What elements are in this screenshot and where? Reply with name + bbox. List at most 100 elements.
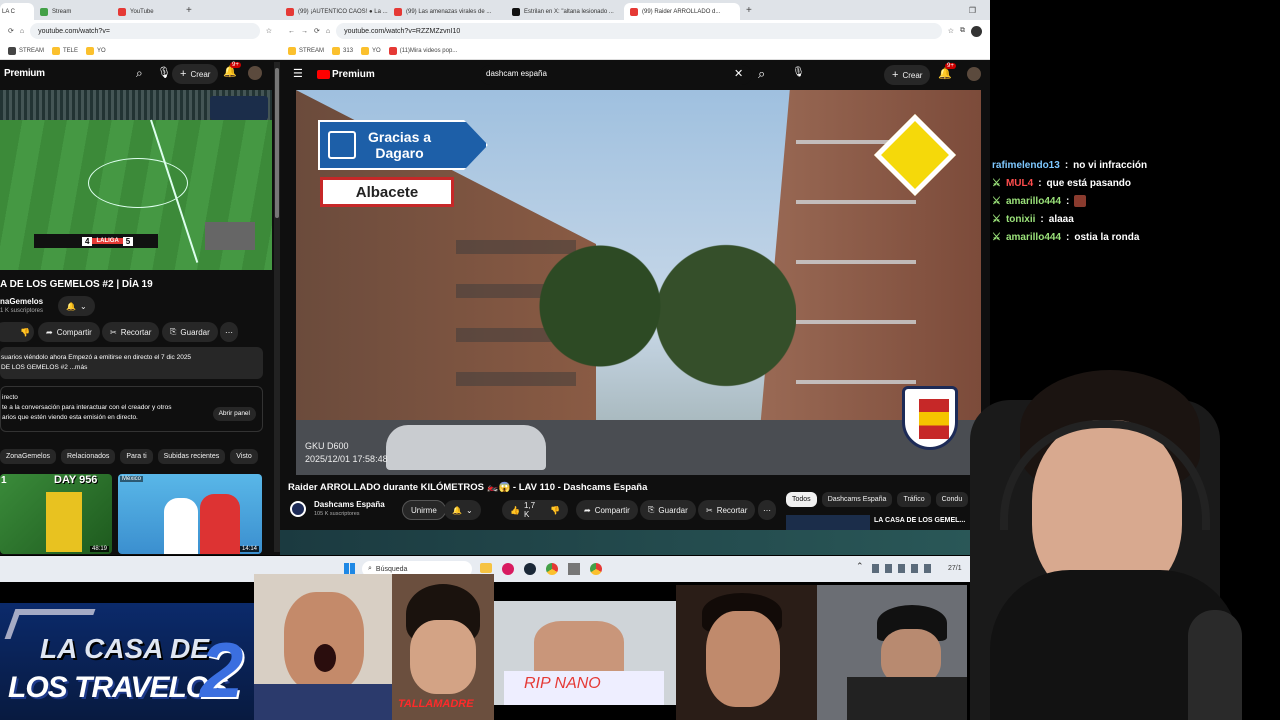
yt-premium-logo[interactable]: Premium bbox=[332, 69, 375, 80]
home-icon[interactable]: ⌂ bbox=[20, 28, 24, 35]
windows-start-icon[interactable] bbox=[344, 563, 355, 574]
clip-label: Recortar bbox=[120, 327, 152, 337]
reload-icon[interactable]: ⟳ bbox=[314, 27, 320, 35]
thumb-duration: 14:14 bbox=[239, 546, 259, 552]
more-button[interactable]: ⋯ bbox=[758, 500, 776, 520]
bookmark-yo[interactable]: YO bbox=[361, 46, 381, 55]
tab-label: (99) Raider ARROLLADO d... bbox=[642, 8, 721, 15]
join-button[interactable]: Unirme bbox=[402, 500, 446, 520]
share-button[interactable]: ➦ Compartir bbox=[576, 500, 638, 520]
save-button[interactable]: ⎘ Guardar bbox=[162, 322, 218, 342]
profile-avatar[interactable] bbox=[971, 25, 982, 37]
right-tab-4[interactable]: (99) Raider ARROLLADO d... bbox=[624, 3, 740, 20]
chip-subidas-recientes[interactable]: Subidas recientes bbox=[157, 449, 226, 464]
new-tab-icon[interactable]: + bbox=[746, 5, 752, 16]
microphone bbox=[1188, 610, 1242, 720]
tray-chevron-icon[interactable]: ⌃ bbox=[856, 561, 864, 572]
forward-icon[interactable]: → bbox=[301, 28, 308, 35]
app-icon-red[interactable] bbox=[502, 563, 514, 575]
desc-line: DE LOS GEMELOS #2 ...más bbox=[1, 364, 88, 371]
bookmark-label: STREAM bbox=[19, 47, 45, 54]
subscribe-bell-button[interactable]: 🔔 ⌄ bbox=[58, 296, 95, 316]
right-address-field[interactable]: youtube.com/watch?v=RZZMZzvnI10 bbox=[336, 23, 942, 39]
yt-premium-logo[interactable]: Premium bbox=[4, 68, 45, 79]
bookmark-mira-videos[interactable]: (11)Mira videos pop... bbox=[388, 46, 457, 55]
right-channel-name[interactable]: Dashcams España bbox=[314, 500, 385, 509]
chat-message: rafimelendo13: no vi infracción bbox=[992, 156, 1277, 174]
tab-label: Estrilan en X: "altana lesionado ... bbox=[524, 8, 614, 15]
left-thumbnail-1[interactable]: 1 DAY 956 48:19 bbox=[0, 474, 112, 554]
steam-icon[interactable] bbox=[524, 563, 536, 575]
open-panel-button[interactable]: Abrir panel bbox=[212, 407, 256, 421]
emote-icon bbox=[1074, 195, 1087, 207]
create-button[interactable]: + Crear bbox=[172, 64, 219, 84]
new-tab-icon[interactable]: + bbox=[186, 5, 192, 16]
chip-todos[interactable]: Todos bbox=[786, 492, 817, 507]
mic-icon[interactable]: 🎙 bbox=[792, 67, 805, 78]
back-icon[interactable]: ← bbox=[288, 28, 295, 35]
like-button[interactable]: 👍 1,7 K 👎 bbox=[502, 500, 568, 520]
dislike-button[interactable]: 👎 bbox=[0, 322, 34, 342]
mic-icon[interactable]: 🎙 bbox=[157, 66, 171, 79]
left-video-player[interactable]: 4 LALIGA 5 bbox=[0, 90, 272, 270]
bookmark-stream[interactable]: STREAM bbox=[8, 46, 45, 55]
save-button[interactable]: ⎘ Guardar bbox=[640, 500, 696, 520]
star-icon[interactable]: ☆ bbox=[948, 27, 954, 35]
search-icon: ⌕ bbox=[368, 565, 372, 572]
app-icon-grey[interactable] bbox=[568, 563, 580, 575]
dashcam-video-player[interactable]: Gracias a Dagaro Albacete GKU D600 2025/… bbox=[296, 90, 981, 475]
left-thumbnail-2[interactable]: México 14:14 bbox=[118, 474, 262, 554]
bell-button[interactable]: 🔔 ⌄ bbox=[444, 500, 481, 520]
chip-zonagemelos[interactable]: ZonaGemelos bbox=[0, 449, 56, 464]
youtube-favicon-icon bbox=[630, 7, 638, 16]
share-icon: ➦ bbox=[46, 327, 53, 337]
url-text: youtube.com/watch?v=RZZMZzvnI10 bbox=[344, 27, 461, 35]
parked-car bbox=[386, 425, 546, 470]
folder-icon[interactable] bbox=[480, 563, 492, 573]
tray-icons[interactable] bbox=[872, 564, 936, 573]
chip-relacionados[interactable]: Relacionados bbox=[60, 449, 116, 464]
search-field[interactable]: dashcam españa ✕ bbox=[480, 65, 752, 85]
bookmark-313[interactable]: 313 bbox=[332, 46, 353, 55]
avatar[interactable] bbox=[967, 67, 981, 81]
motorway-icon bbox=[328, 131, 356, 159]
clear-search-icon[interactable]: ✕ bbox=[734, 67, 743, 80]
reload-icon[interactable]: ⟳ bbox=[8, 27, 14, 35]
left-tab-3[interactable]: YouTube bbox=[112, 3, 182, 20]
right-tab-2[interactable]: (99) Las amenazas virales de ... bbox=[388, 3, 506, 20]
avatar[interactable] bbox=[248, 66, 262, 80]
left-bookmarks-bar: STREAM TELE YO bbox=[0, 42, 280, 60]
search-icon[interactable]: ⌕ bbox=[136, 66, 143, 81]
clip-button[interactable]: ✂ Recortar bbox=[698, 500, 756, 520]
left-channel-name[interactable]: naGemelos bbox=[0, 297, 43, 306]
chat-separator: : bbox=[1064, 159, 1069, 171]
share-button[interactable]: ➦ Compartir bbox=[38, 322, 100, 342]
chip-dashcams-espana[interactable]: Dashcams España bbox=[821, 492, 893, 507]
create-button[interactable]: + Crear bbox=[884, 65, 931, 85]
more-button[interactable]: ⋯ bbox=[220, 322, 238, 342]
league-label: LALIGA bbox=[92, 238, 123, 244]
left-description-box[interactable]: suarios viéndolo ahora Empezó a emitirse… bbox=[0, 347, 263, 379]
app-icon-chrome-2[interactable] bbox=[590, 563, 602, 575]
bookmark-stream[interactable]: STREAM bbox=[288, 46, 324, 55]
left-address-field[interactable]: youtube.com/watch?v= bbox=[30, 23, 260, 39]
bookmark-tele[interactable]: TELE bbox=[52, 46, 78, 55]
bookmark-yo[interactable]: YO bbox=[86, 46, 106, 55]
channel-avatar[interactable] bbox=[290, 501, 306, 517]
left-tab-2[interactable]: Stream bbox=[34, 3, 112, 20]
search-icon[interactable]: ⌕ bbox=[758, 66, 765, 82]
chip-visto[interactable]: Visto bbox=[230, 449, 258, 464]
left-tab-1[interactable]: LA C bbox=[0, 3, 34, 20]
menu-icon[interactable]: ☰ bbox=[293, 67, 303, 80]
right-tab-1[interactable]: (99) ¡AUTENTICO CAOS! ● La ... bbox=[280, 3, 388, 20]
yt-logo-icon[interactable] bbox=[317, 70, 330, 79]
chip-para-ti[interactable]: Para ti bbox=[120, 449, 153, 464]
chip-trafico[interactable]: Tráfico bbox=[897, 492, 931, 507]
restore-window-icon[interactable]: ❐ bbox=[969, 6, 976, 15]
home-icon[interactable]: ⌂ bbox=[326, 28, 330, 35]
right-tab-3[interactable]: Estrilan en X: "altana lesionado ... bbox=[506, 3, 624, 20]
clip-button[interactable]: ✂ Recortar bbox=[102, 322, 160, 342]
extensions-icon[interactable]: ⧉ bbox=[960, 27, 965, 35]
star-icon[interactable]: ☆ bbox=[266, 27, 272, 35]
chrome-icon[interactable] bbox=[546, 563, 558, 575]
